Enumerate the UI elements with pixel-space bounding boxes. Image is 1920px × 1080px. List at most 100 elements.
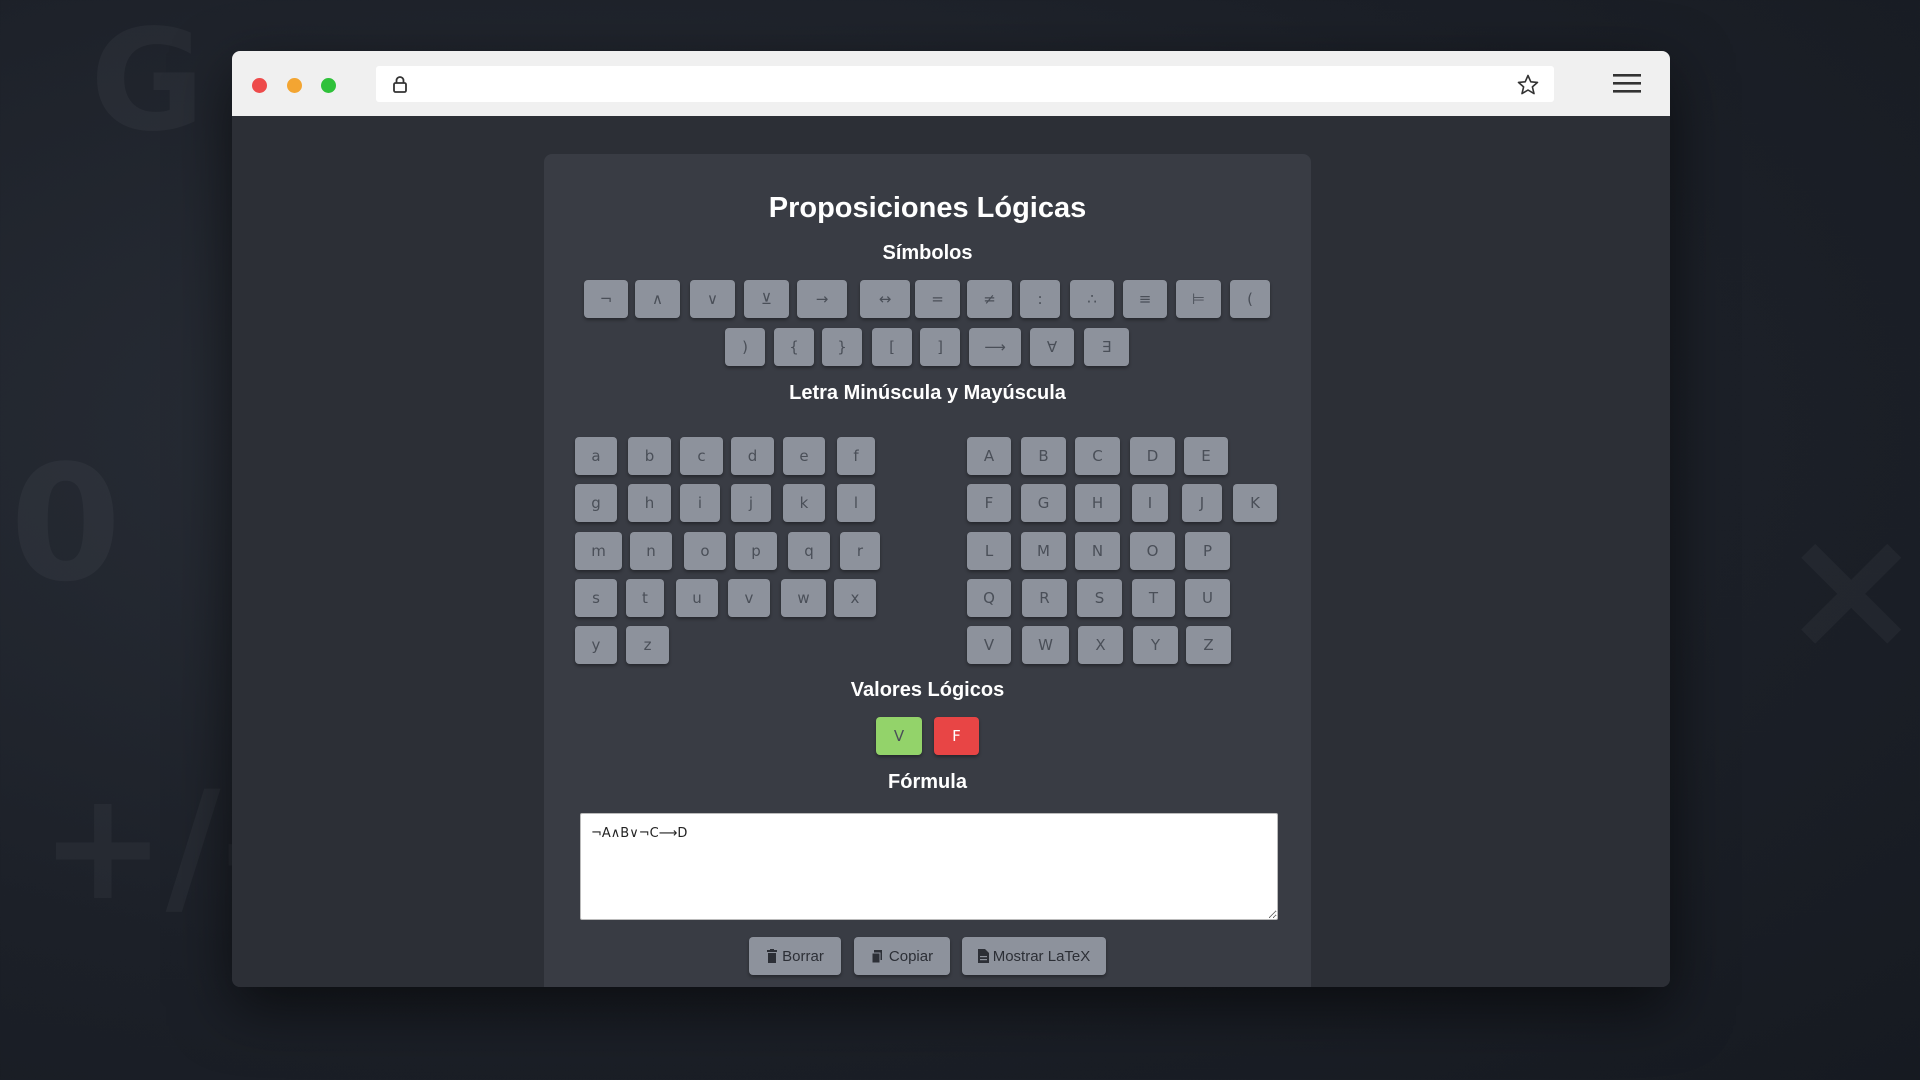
letter-key-Y[interactable]: Y <box>1133 626 1178 664</box>
letter-key-f[interactable]: f <box>837 437 875 475</box>
letter-key-h[interactable]: h <box>628 484 671 522</box>
letter-key-y[interactable]: y <box>575 626 617 664</box>
letter-key-x[interactable]: x <box>834 579 876 617</box>
symbols-heading: Símbolos <box>882 242 973 264</box>
letter-key-j[interactable]: j <box>731 484 771 522</box>
letter-key-T[interactable]: T <box>1132 579 1175 617</box>
letter-key-w[interactable]: w <box>781 579 826 617</box>
letters-heading: Letra Minúscula y Mayúscula <box>789 382 1066 404</box>
symbol-key[interactable]: : <box>1020 280 1060 318</box>
letter-key-P[interactable]: P <box>1185 532 1230 570</box>
symbol-key[interactable]: } <box>822 328 862 366</box>
letter-key-K[interactable]: K <box>1233 484 1277 522</box>
letter-key-C[interactable]: C <box>1075 437 1120 475</box>
letter-key-O[interactable]: O <box>1130 532 1175 570</box>
symbol-key[interactable]: ∴ <box>1070 280 1114 318</box>
letter-key-J[interactable]: J <box>1182 484 1222 522</box>
minimize-window-button[interactable] <box>287 78 302 93</box>
letter-key-t[interactable]: t <box>626 579 664 617</box>
letter-key-a[interactable]: a <box>575 437 617 475</box>
formula-heading: Fórmula <box>888 771 967 793</box>
letter-key-l[interactable]: l <box>837 484 875 522</box>
letter-key-M[interactable]: M <box>1021 532 1066 570</box>
letter-key-V[interactable]: V <box>967 626 1011 664</box>
symbol-key[interactable]: [ <box>872 328 912 366</box>
background-decoration: 0 <box>10 430 121 617</box>
symbol-key[interactable]: ⟶ <box>969 328 1021 366</box>
letter-key-m[interactable]: m <box>575 532 622 570</box>
symbol-key[interactable]: ∨ <box>690 280 735 318</box>
letter-key-A[interactable]: A <box>967 437 1011 475</box>
letter-key-E[interactable]: E <box>1184 437 1228 475</box>
letter-key-d[interactable]: d <box>731 437 774 475</box>
letter-key-U[interactable]: U <box>1185 579 1230 617</box>
symbol-key[interactable]: ] <box>920 328 960 366</box>
maximize-window-button[interactable] <box>321 78 336 93</box>
close-window-button[interactable] <box>252 78 267 93</box>
letter-key-q[interactable]: q <box>788 532 830 570</box>
symbol-key[interactable]: ≠ <box>967 280 1012 318</box>
letter-key-X[interactable]: X <box>1078 626 1123 664</box>
letter-key-v[interactable]: v <box>728 579 770 617</box>
symbol-key[interactable]: ( <box>1230 280 1270 318</box>
letter-key-I[interactable]: I <box>1132 484 1168 522</box>
letter-key-u[interactable]: u <box>676 579 718 617</box>
letter-key-c[interactable]: c <box>680 437 723 475</box>
symbol-key[interactable]: ⊨ <box>1176 280 1221 318</box>
letter-key-G[interactable]: G <box>1021 484 1066 522</box>
page-title: Proposiciones Lógicas <box>768 192 1087 224</box>
letter-key-B[interactable]: B <box>1021 437 1066 475</box>
copy-button[interactable]: Copiar <box>854 937 950 975</box>
clear-button[interactable]: Borrar <box>749 937 841 975</box>
letter-key-i[interactable]: i <box>680 484 720 522</box>
clipboard-icon <box>871 950 882 963</box>
symbol-key[interactable]: ≡ <box>1123 280 1167 318</box>
hamburger-menu-icon[interactable] <box>1612 71 1642 95</box>
logic-card: Proposiciones Lógicas Símbolos Letra Min… <box>544 154 1311 987</box>
bookmark-star-icon[interactable] <box>1516 73 1540 97</box>
document-icon <box>977 949 989 963</box>
symbol-key[interactable]: = <box>915 280 960 318</box>
address-bar[interactable] <box>376 66 1554 102</box>
browser-window: Proposiciones Lógicas Símbolos Letra Min… <box>232 51 1670 987</box>
background-decoration: G <box>90 0 205 163</box>
show-latex-button[interactable]: Mostrar LaTeX <box>962 937 1106 975</box>
lock-icon <box>393 76 407 93</box>
symbol-key[interactable]: ⊻ <box>744 280 789 318</box>
letter-key-S[interactable]: S <box>1077 579 1122 617</box>
letter-key-k[interactable]: k <box>783 484 825 522</box>
letter-key-p[interactable]: p <box>735 532 777 570</box>
copy-button-label: Copiar <box>888 947 934 965</box>
letter-key-Q[interactable]: Q <box>967 579 1011 617</box>
letter-key-o[interactable]: o <box>684 532 726 570</box>
symbol-key[interactable]: ∃ <box>1084 328 1129 366</box>
letter-key-n[interactable]: n <box>630 532 672 570</box>
symbol-key[interactable]: ∀ <box>1030 328 1074 366</box>
trash-icon <box>767 949 778 963</box>
symbol-key[interactable]: { <box>774 328 814 366</box>
letter-key-z[interactable]: z <box>626 626 669 664</box>
letter-key-e[interactable]: e <box>783 437 825 475</box>
letter-key-H[interactable]: H <box>1075 484 1120 522</box>
symbol-key[interactable]: ) <box>725 328 765 366</box>
letter-key-r[interactable]: r <box>840 532 880 570</box>
symbol-key[interactable]: ¬ <box>584 280 628 318</box>
false-value-button[interactable]: F <box>934 717 979 755</box>
letter-key-D[interactable]: D <box>1130 437 1175 475</box>
letter-key-s[interactable]: s <box>575 579 617 617</box>
symbol-key[interactable]: ∧ <box>635 280 680 318</box>
true-value-button[interactable]: V <box>876 717 922 755</box>
letter-key-R[interactable]: R <box>1022 579 1067 617</box>
letter-key-g[interactable]: g <box>575 484 617 522</box>
symbol-key[interactable]: → <box>797 280 847 318</box>
values-heading: Valores Lógicos <box>850 679 1005 701</box>
letter-key-Z[interactable]: Z <box>1186 626 1231 664</box>
formula-field[interactable]: ¬A∧B∨¬C⟶D <box>580 813 1278 920</box>
letter-key-N[interactable]: N <box>1075 532 1120 570</box>
letter-key-L[interactable]: L <box>967 532 1011 570</box>
clear-button-label: Borrar <box>782 947 824 965</box>
symbol-key[interactable]: ↔ <box>860 280 910 318</box>
letter-key-F[interactable]: F <box>967 484 1011 522</box>
letter-key-b[interactable]: b <box>628 437 671 475</box>
letter-key-W[interactable]: W <box>1022 626 1069 664</box>
